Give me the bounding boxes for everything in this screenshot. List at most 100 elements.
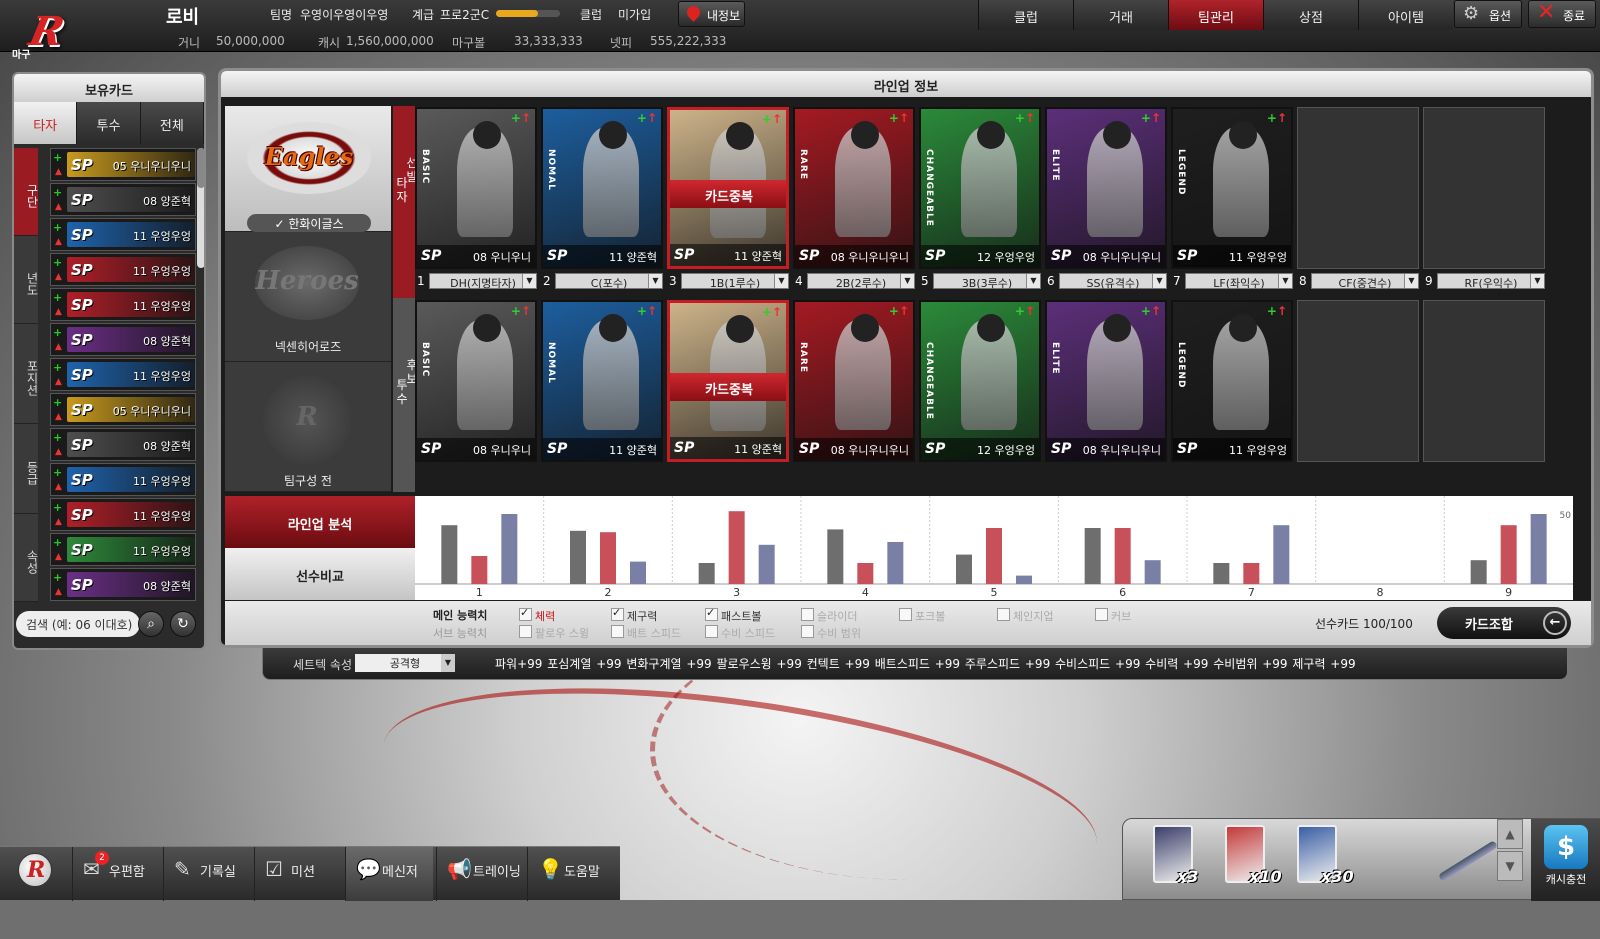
player-card[interactable]: RARE +↑ SP 08 우니우니우니 [793, 107, 915, 269]
lineup-analysis-tab[interactable]: 라인업 분석 [225, 496, 415, 548]
player-card[interactable]: NOMAL +↑ SP 11 양준혁 [541, 300, 663, 462]
position-select[interactable]: DH(지명타자) ▼ [429, 273, 537, 290]
sub-stat-checkbox[interactable]: 수비 스피드 [705, 625, 775, 641]
owned-card-item[interactable]: + ▲ SP 08 양준혁 [50, 428, 196, 461]
refresh-icon[interactable]: ↻ [170, 611, 196, 637]
card-pack-icon[interactable]: x3 [1153, 825, 1198, 886]
card-search-input[interactable]: 검색 (예: 06 이대호) [16, 611, 140, 637]
bottom-menu-item[interactable]: ✎ 기록실 [163, 847, 251, 901]
main-stat-checkbox[interactable]: 체인지업 [997, 608, 1053, 624]
team-item-heroes[interactable]: Heroes 넥센히어로즈 [225, 232, 391, 362]
player-card[interactable]: BASIC +↑ SP 08 우니우니 [415, 107, 537, 269]
player-compare-tab[interactable]: 선수비교 [225, 548, 415, 600]
options-button[interactable]: ⚙ 옵션 [1454, 0, 1522, 28]
position-select[interactable]: LF(좌익수) ▼ [1185, 273, 1293, 290]
owned-card-item[interactable]: + ▲ SP 11 우엉우엉 [50, 288, 196, 321]
sub-stat-checkbox[interactable]: 수비 범위 [801, 625, 861, 641]
player-card[interactable]: +↑ 카드중복 SP 11 양준혁 [667, 107, 789, 269]
sub-stat-checkbox[interactable]: 배트 스피드 [611, 625, 681, 641]
team-item-eagles[interactable]: Eagles ✓ 한화이글스 [225, 106, 391, 232]
owned-card-item[interactable]: + ▲ SP 11 우엉우엉 [50, 463, 196, 496]
bottom-menu-item[interactable]: 💬 메신저 [345, 847, 433, 901]
tab-batter[interactable]: 타자 [14, 102, 78, 144]
position-select[interactable]: CF(중견수) ▼ [1311, 273, 1419, 290]
card-player-name: 11 우엉우엉 [133, 230, 191, 243]
filter-position[interactable]: 포지션 [14, 324, 39, 424]
main-stat-checkbox[interactable]: 포크볼 [899, 608, 945, 624]
position-select[interactable]: SS(유격수) ▼ [1059, 273, 1167, 290]
filter-team[interactable]: 구단 [14, 148, 39, 236]
bottom-menu-item[interactable]: 💡 도움말 [527, 847, 615, 901]
chart-bar [1114, 528, 1131, 584]
scroll-down-button[interactable]: ▼ [1497, 851, 1523, 881]
home-ball-icon[interactable]: R [18, 853, 52, 887]
empty-card-slot[interactable] [1297, 300, 1419, 462]
position-select[interactable]: 1B(1루수) ▼ [681, 273, 789, 290]
player-card[interactable]: CHANGEABLE +↑ SP 12 우엉우엉 [919, 300, 1041, 462]
player-card[interactable]: ELITE +↑ SP 08 우니우니우니 [1045, 107, 1167, 269]
position-select[interactable]: C(포수) ▼ [555, 273, 663, 290]
card-pack-icon[interactable]: x10 [1225, 825, 1282, 886]
team-item-empty[interactable]: R 팀구성 전 [225, 362, 391, 492]
card-grade: ELITE [1050, 149, 1060, 182]
player-card[interactable]: NOMAL +↑ SP 11 양준혁 [541, 107, 663, 269]
player-card[interactable]: CHANGEABLE +↑ SP 12 우엉우엉 [919, 107, 1041, 269]
cash-charge-button[interactable]: $ 캐시충전 [1531, 819, 1600, 901]
tab-pitcher[interactable]: 투수 [77, 102, 141, 144]
empty-card-slot[interactable] [1423, 300, 1545, 462]
tab-all[interactable]: 전체 [140, 102, 204, 144]
player-card[interactable]: ELITE +↑ SP 08 우니우니우니 [1045, 300, 1167, 462]
scroll-up-button[interactable]: ▲ [1497, 819, 1523, 849]
owned-card-item[interactable]: + ▲ SP 11 우엉우엉 [50, 498, 196, 531]
exit-button[interactable]: ✕ 종료 [1528, 0, 1596, 28]
my-info-button[interactable]: 내정보 [678, 1, 745, 27]
player-card[interactable]: LEGEND +↑ SP 11 우엉우엉 [1171, 300, 1293, 462]
player-card[interactable]: RARE +↑ SP 08 우니우니우니 [793, 300, 915, 462]
tab-team-management[interactable]: 팀관리 [1168, 0, 1263, 30]
card-combine-button[interactable]: 카드조합 ← [1437, 607, 1571, 639]
bat-icon[interactable] [1437, 840, 1499, 882]
logo-text: R [25, 8, 69, 55]
position-select[interactable]: 2B(2루수) ▼ [807, 273, 915, 290]
filter-grade[interactable]: 등급 [14, 424, 39, 514]
bottom-menu-item[interactable]: ✉ 2 우편함 [72, 847, 160, 901]
card-list-scrollbar[interactable] [197, 148, 204, 268]
main-stat-checkbox[interactable]: 제구력 [611, 606, 657, 624]
main-stat-checkbox[interactable]: 커브 [1095, 608, 1131, 624]
player-card[interactable]: +↑ 카드중복 SP 11 양준혁 [667, 300, 789, 462]
filter-attribute[interactable]: 속성 [14, 514, 39, 602]
main-stat-checkbox[interactable]: 패스트볼 [705, 606, 761, 624]
owned-card-item[interactable]: + ▲ SP 11 우엉우엉 [50, 218, 196, 251]
owned-card-item[interactable]: + ▲ SP 11 우엉우엉 [50, 253, 196, 286]
owned-card-item[interactable]: + ▲ SP 08 양준혁 [50, 568, 196, 601]
scrollbar-thumb[interactable] [197, 148, 204, 188]
owned-card-item[interactable]: + ▲ SP 11 우엉우엉 [50, 358, 196, 391]
search-icon[interactable]: ⌕ [138, 611, 164, 637]
owned-card-item[interactable]: + ▲ SP 05 우니우니우니 [50, 148, 196, 181]
bottom-menu-item[interactable]: 📢 트레이닝 [436, 847, 524, 901]
owned-card-item[interactable]: + ▲ SP 08 양준혁 [50, 183, 196, 216]
position-select[interactable]: RF(우익수) ▼ [1437, 273, 1545, 290]
player-helmet [1229, 121, 1257, 149]
empty-card-slot[interactable] [1423, 107, 1545, 269]
player-card[interactable]: BASIC +↑ SP 08 우니우니 [415, 300, 537, 462]
owned-card-item[interactable]: + ▲ SP 08 양준혁 [50, 323, 196, 356]
tab-club[interactable]: 클럽 [978, 0, 1073, 30]
settech-select[interactable]: 공격형 ▼ [355, 654, 455, 672]
card-pack-icon[interactable]: x30 [1297, 825, 1354, 886]
game-logo[interactable]: R 마구 [4, 2, 124, 66]
tab-item[interactable]: 아이템 [1358, 0, 1453, 30]
owned-card-item[interactable]: + ▲ SP 05 우니우니우니 [50, 393, 196, 426]
player-card[interactable]: LEGEND +↑ SP 11 우엉우엉 [1171, 107, 1293, 269]
empty-card-slot[interactable] [1297, 107, 1419, 269]
position-select[interactable]: 3B(3루수) ▼ [933, 273, 1041, 290]
filter-year[interactable]: 년도 [14, 236, 39, 324]
tab-trade[interactable]: 거래 [1073, 0, 1168, 30]
main-stat-checkbox[interactable]: 체력 [519, 606, 555, 624]
tab-shop[interactable]: 상점 [1263, 0, 1358, 30]
owned-card-item[interactable]: + ▲ SP 11 우엉우엉 [50, 533, 196, 566]
main-stat-checkbox[interactable]: 슬라이더 [801, 608, 857, 624]
sub-stat-checkbox[interactable]: 팔로우 스윙 [519, 625, 589, 641]
duplicate-card-banner: 카드중복 [670, 180, 786, 208]
bottom-menu-item[interactable]: ☑ 미션 [254, 847, 342, 901]
